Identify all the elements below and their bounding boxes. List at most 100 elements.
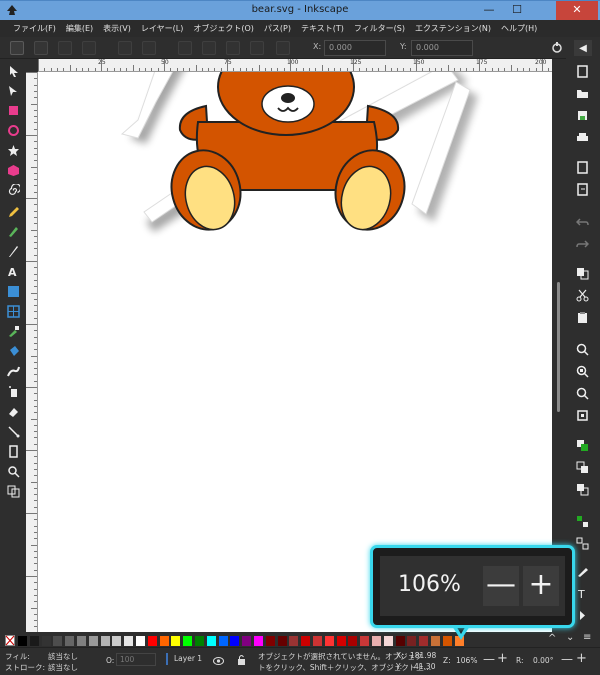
close-button[interactable]: ✕ — [556, 1, 598, 20]
calligraphy-tool-icon[interactable] — [7, 245, 20, 258]
zoom-width-icon[interactable] — [576, 409, 589, 422]
dropper-tool-icon[interactable] — [7, 325, 20, 338]
color-swatch[interactable] — [242, 636, 252, 646]
menu-help[interactable]: ヘルプ(H) — [496, 20, 542, 37]
color-swatch[interactable] — [41, 636, 51, 646]
color-swatch[interactable] — [301, 636, 311, 646]
gradient-tool-icon[interactable] — [7, 285, 20, 298]
clone-icon[interactable] — [576, 461, 589, 474]
color-swatch[interactable] — [136, 636, 145, 646]
zoom-page-icon[interactable] — [576, 387, 589, 400]
stroke-value[interactable]: 該当なし — [48, 662, 78, 673]
menu-extensions[interactable]: エクステンション(N) — [410, 20, 496, 37]
connector-tool-icon[interactable] — [7, 425, 20, 438]
more-commands-icon[interactable] — [576, 609, 589, 622]
rectangle-tool-icon[interactable] — [7, 104, 20, 117]
y-input[interactable]: 0.000 — [411, 40, 473, 56]
select-all-icon[interactable] — [10, 41, 24, 55]
zoom-in-button[interactable]: + — [497, 651, 508, 666]
pen-tool-icon[interactable] — [7, 225, 20, 238]
color-swatch[interactable] — [431, 636, 440, 646]
fill-value[interactable]: 該当なし — [48, 651, 78, 662]
tweak-tool-icon[interactable] — [7, 365, 20, 378]
save-document-icon[interactable] — [576, 109, 589, 122]
zoom-selection-icon[interactable] — [576, 343, 589, 356]
collapse-panel-icon[interactable]: ◀ — [574, 40, 592, 56]
lower-icon[interactable] — [226, 41, 240, 55]
rotate-ccw-button[interactable]: — — [561, 652, 573, 666]
zoom-out-button[interactable]: — — [483, 652, 495, 666]
raise-to-top-icon[interactable] — [178, 41, 192, 55]
opacity-input[interactable]: 100 — [116, 653, 156, 666]
menu-layer[interactable]: レイヤー(L) — [136, 20, 188, 37]
menu-edit[interactable]: 編集(E) — [61, 20, 98, 37]
maximize-button[interactable]: ☐ — [504, 1, 530, 20]
menu-file[interactable]: ファイル(F) — [8, 20, 61, 37]
3d-box-tool-icon[interactable] — [7, 164, 20, 177]
color-swatch[interactable] — [100, 636, 110, 646]
measure-tool-icon[interactable] — [7, 485, 20, 498]
fill-stroke-icon[interactable] — [576, 565, 589, 578]
menu-filters[interactable]: フィルター(S) — [349, 20, 410, 37]
color-swatch[interactable] — [313, 636, 322, 646]
open-document-icon[interactable] — [576, 87, 589, 100]
menu-path[interactable]: パス(P) — [259, 20, 296, 37]
layer-lock-icon[interactable] — [237, 654, 246, 666]
palette-menu-icon[interactable]: ≡ — [583, 632, 591, 643]
group-icon[interactable] — [576, 515, 589, 528]
color-swatch[interactable] — [65, 636, 75, 646]
color-swatch[interactable] — [289, 636, 299, 646]
color-swatch[interactable] — [277, 636, 287, 646]
ungroup-icon[interactable] — [576, 537, 589, 550]
color-swatch[interactable] — [53, 636, 63, 646]
rotate-icon[interactable] — [276, 41, 290, 55]
spray-tool-icon[interactable] — [7, 385, 20, 398]
redo-icon[interactable] — [576, 237, 589, 250]
rotation-value[interactable]: 0.00° — [533, 656, 553, 665]
color-swatch[interactable] — [372, 636, 381, 646]
color-swatch[interactable] — [230, 636, 240, 646]
color-swatch[interactable] — [407, 636, 417, 646]
zoom-drawing-icon[interactable] — [576, 365, 589, 378]
export-icon[interactable] — [576, 183, 589, 196]
color-swatch[interactable] — [336, 636, 346, 646]
color-swatch[interactable] — [395, 636, 405, 646]
duplicate-icon[interactable] — [576, 439, 589, 452]
vertical-scroll-thumb[interactable] — [557, 282, 560, 412]
eraser-tool-icon[interactable] — [7, 405, 20, 418]
color-swatch[interactable] — [218, 636, 228, 646]
page-tool-icon[interactable] — [7, 445, 20, 458]
color-swatch[interactable] — [18, 636, 27, 646]
color-swatch[interactable] — [29, 636, 39, 646]
color-swatch[interactable] — [195, 636, 204, 646]
layer-visibility-icon[interactable] — [213, 656, 224, 666]
new-document-icon[interactable] — [576, 65, 589, 78]
color-swatch[interactable] — [88, 636, 98, 646]
color-swatch[interactable] — [265, 636, 275, 646]
flip-horizontal-icon[interactable] — [118, 41, 132, 55]
color-swatch[interactable] — [159, 636, 169, 646]
menu-text[interactable]: テキスト(T) — [296, 20, 349, 37]
cut-icon[interactable] — [576, 289, 589, 302]
text-font-icon[interactable]: T — [576, 587, 589, 600]
scroll-up-palette-icon[interactable]: ^ — [548, 633, 556, 644]
scroll-down-palette-icon[interactable]: ⌄ — [566, 632, 574, 643]
spiral-tool-icon[interactable] — [7, 184, 20, 197]
select-all-layers-icon[interactable] — [34, 41, 48, 55]
unlink-clone-icon[interactable] — [576, 483, 589, 496]
color-swatch[interactable] — [147, 636, 157, 646]
undo-icon[interactable] — [576, 215, 589, 228]
color-swatch[interactable] — [183, 636, 193, 646]
text-tool-icon[interactable]: A — [7, 265, 20, 278]
color-swatch[interactable] — [324, 636, 334, 646]
color-swatch[interactable] — [112, 636, 122, 646]
color-swatch[interactable] — [77, 636, 86, 646]
x-input[interactable]: 0.000 — [324, 40, 386, 56]
color-swatch[interactable] — [206, 636, 216, 646]
menu-view[interactable]: 表示(V) — [98, 20, 136, 37]
print-icon[interactable] — [576, 131, 589, 144]
deselect-icon[interactable] — [58, 41, 72, 55]
snap-toggle-icon[interactable] — [551, 42, 563, 54]
color-swatch[interactable] — [254, 636, 263, 646]
mesh-tool-icon[interactable] — [7, 305, 20, 318]
